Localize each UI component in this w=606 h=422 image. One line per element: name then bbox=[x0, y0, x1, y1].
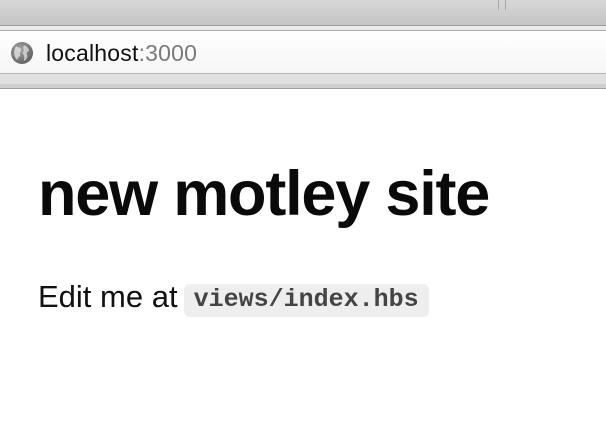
page-content bbox=[0, 89, 606, 422]
tab-edge bbox=[498, 0, 506, 10]
url-port: :3000 bbox=[138, 40, 198, 66]
address-toolbar: localhost:3000 bbox=[0, 26, 606, 86]
browser-window: localhost:3000 new motley site Edit me a… bbox=[0, 0, 606, 422]
page-title: new motley site bbox=[38, 159, 490, 229]
edit-instructions: Edit me at views/index.hbs bbox=[38, 277, 429, 317]
url-text[interactable]: localhost:3000 bbox=[46, 40, 197, 66]
template-path: views/index.hbs bbox=[183, 284, 429, 317]
address-bar[interactable]: localhost:3000 bbox=[0, 30, 606, 74]
globe-icon bbox=[11, 42, 33, 64]
edit-prefix: Edit me at bbox=[38, 279, 178, 314]
tab-strip bbox=[0, 0, 606, 26]
url-host: localhost bbox=[46, 40, 139, 66]
